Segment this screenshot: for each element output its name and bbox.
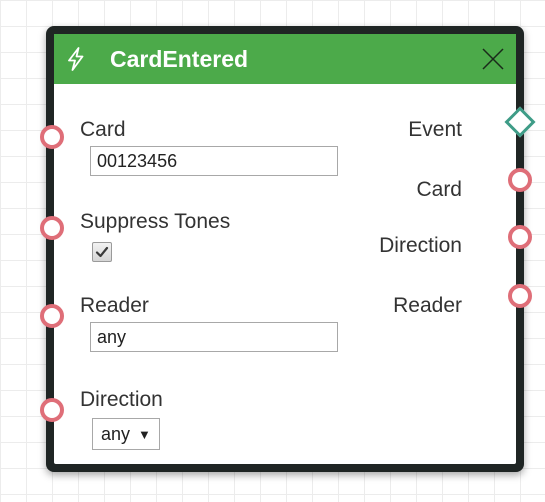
event-output-label: Event (408, 118, 462, 141)
suppress-tones-label: Suppress Tones (80, 210, 231, 233)
direction-input-label: Direction (80, 388, 163, 411)
card-output-port[interactable] (508, 168, 532, 192)
lightning-bolt-icon (68, 47, 84, 71)
node-header[interactable]: CardEntered (54, 34, 516, 84)
card-output-label: Card (416, 178, 462, 201)
reader-output-label: Reader (393, 294, 462, 317)
direction-input-port[interactable] (40, 398, 64, 422)
node-card[interactable]: CardEntered Card Suppress Tones Reader D… (46, 26, 524, 472)
direction-select[interactable]: any ▼ (92, 418, 160, 450)
reader-input-port[interactable] (40, 304, 64, 328)
reader-input-label: Reader (80, 294, 149, 317)
direction-select-value: any (101, 423, 131, 444)
suppress-tones-checkbox[interactable] (92, 242, 112, 262)
close-icon[interactable] (480, 46, 506, 72)
chevron-down-icon: ▼ (138, 426, 151, 442)
card-input-field[interactable] (90, 146, 338, 176)
card-input-label: Card (80, 118, 126, 141)
reader-output-port[interactable] (508, 284, 532, 308)
direction-output-label: Direction (379, 234, 462, 257)
reader-input-field[interactable] (90, 322, 338, 352)
suppress-tones-input-port[interactable] (40, 216, 64, 240)
card-input-port[interactable] (40, 125, 64, 149)
direction-output-port[interactable] (508, 225, 532, 249)
node-title: CardEntered (110, 46, 249, 72)
node-body: CardEntered Card Suppress Tones Reader D… (54, 34, 516, 464)
checkmark-icon (95, 246, 109, 258)
